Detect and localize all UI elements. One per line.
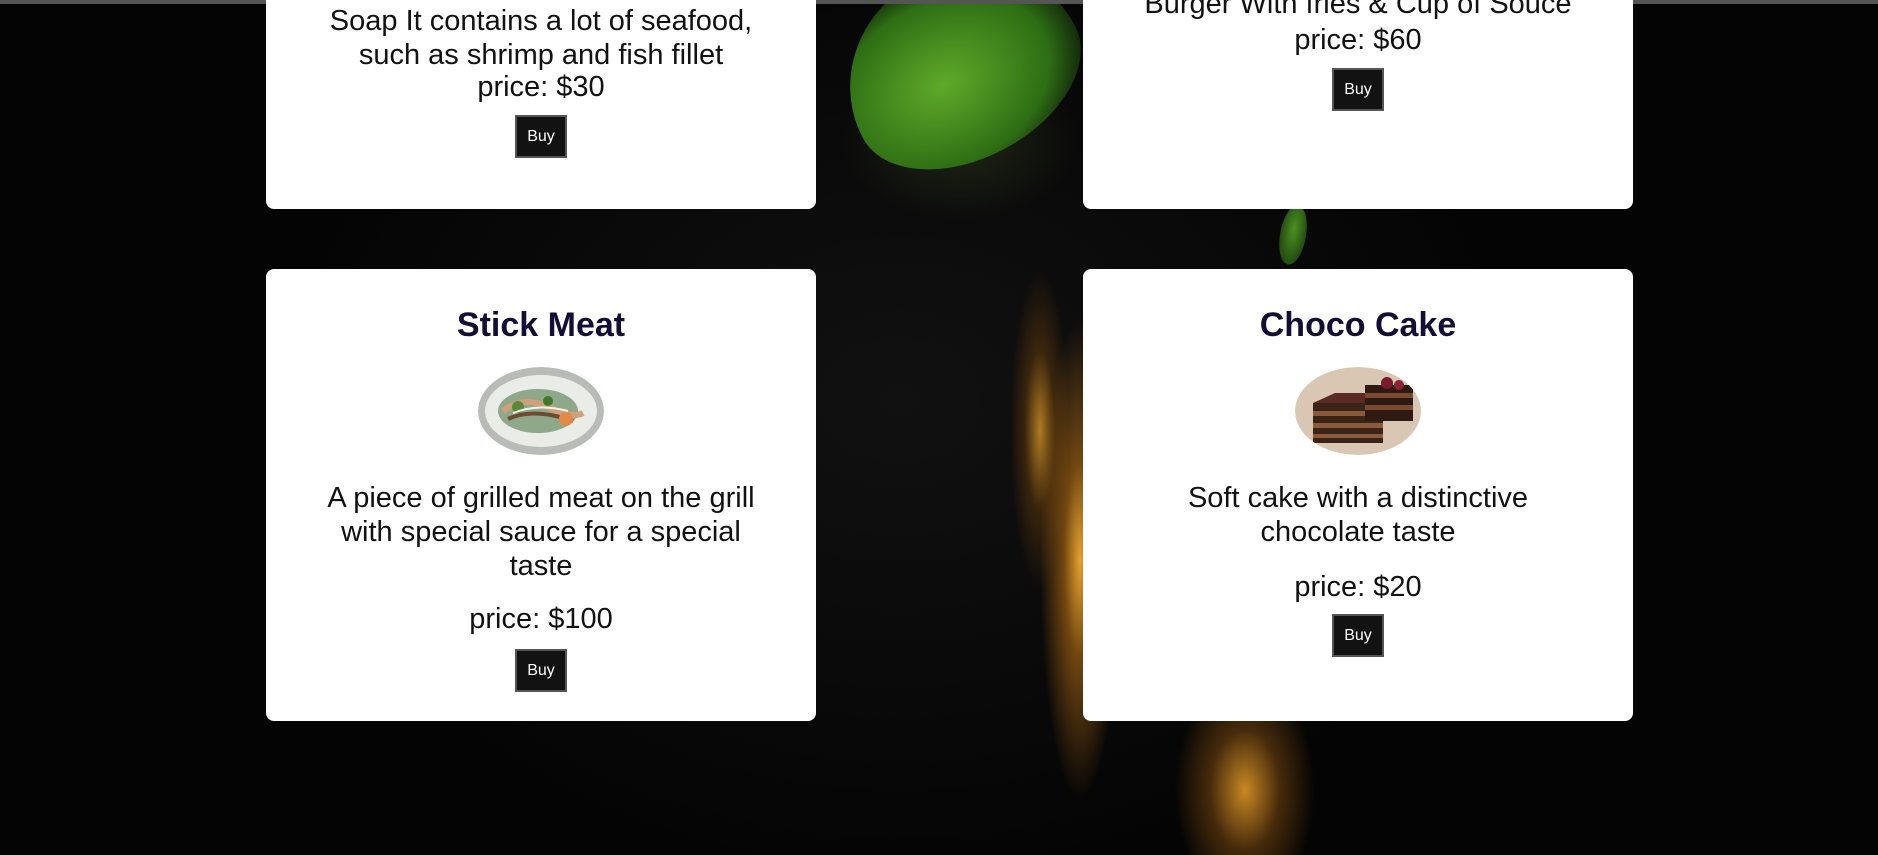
- card-description: Soft cake with a distinctive chocolate t…: [1187, 482, 1529, 548]
- chocolate-cake-image: [1295, 367, 1421, 455]
- menu-card-choco-cake: Choco Cake Soft cake with a distinctive …: [1083, 269, 1633, 721]
- grilled-meat-plate-image: [478, 367, 604, 455]
- buy-button[interactable]: Buy: [1332, 614, 1384, 657]
- card-title: Choco Cake: [1259, 306, 1457, 344]
- card-price: price: $20: [1294, 571, 1422, 603]
- menu-card-soap: Soap It contains a lot of seafood, such …: [266, 0, 816, 209]
- card-price: price: $60: [1294, 24, 1422, 56]
- buy-button[interactable]: Buy: [515, 115, 567, 158]
- card-price: price: $30: [477, 71, 605, 103]
- card-description: A piece of grilled meat on the grill wit…: [327, 482, 755, 582]
- card-description: Burger With fries & Cup of Souce: [1144, 0, 1572, 20]
- buy-button[interactable]: Buy: [1332, 68, 1384, 111]
- card-price: price: $100: [469, 603, 613, 635]
- card-description: Soap It contains a lot of seafood, such …: [329, 5, 753, 71]
- menu-card-burger: Burger With fries & Cup of Souce price: …: [1083, 0, 1633, 209]
- buy-button[interactable]: Buy: [515, 649, 567, 692]
- card-title: Stick Meat: [456, 306, 626, 344]
- menu-card-stick-meat: Stick Meat A piece of grilled meat on th…: [266, 269, 816, 721]
